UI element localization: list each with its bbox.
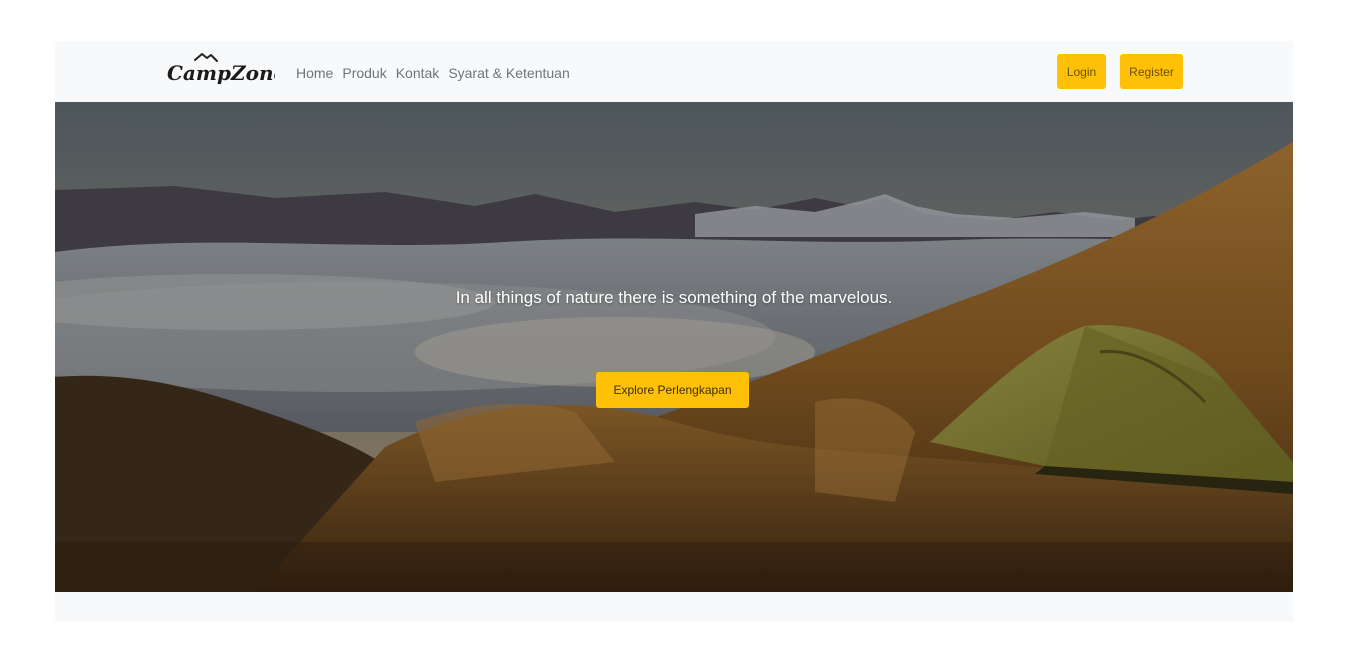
register-button[interactable]: Register (1120, 54, 1183, 89)
nav-links: Home Produk Kontak Syarat & Ketentuan (296, 63, 570, 83)
brand-logo[interactable]: CampZone (165, 51, 275, 91)
nav-link-kontak[interactable]: Kontak (396, 65, 440, 81)
hero-dark-overlay (55, 102, 1293, 592)
hero-banner: In all things of nature there is somethi… (55, 102, 1293, 592)
page-frame: CampZone Home Produk Kontak Syarat & Ket… (55, 41, 1293, 622)
navbar: CampZone Home Produk Kontak Syarat & Ket… (55, 41, 1293, 102)
footer-strip (55, 592, 1293, 622)
nav-link-produk[interactable]: Produk (342, 65, 386, 81)
login-button[interactable]: Login (1057, 54, 1106, 89)
explore-button[interactable]: Explore Perlengkapan (596, 372, 749, 408)
nav-link-syarat-ketentuan[interactable]: Syarat & Ketentuan (448, 65, 569, 81)
hero-tagline: In all things of nature there is somethi… (455, 288, 893, 307)
nav-link-home[interactable]: Home (296, 65, 333, 81)
brand-name: CampZone (167, 61, 275, 85)
